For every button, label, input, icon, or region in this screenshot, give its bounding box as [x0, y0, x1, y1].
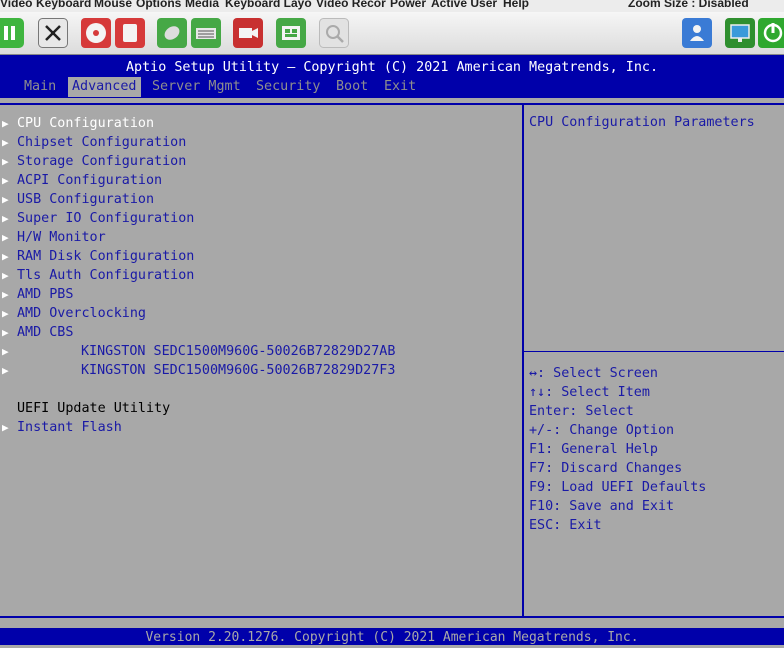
menu-options[interactable]: Options — [136, 0, 181, 10]
submenu-arrow-icon: ▶ — [2, 421, 9, 434]
menu-power[interactable]: Power — [390, 0, 426, 10]
floppy-media-button[interactable] — [115, 18, 145, 48]
cd-media-button[interactable] — [81, 18, 111, 48]
bios-footer: Version 2.20.1276. Copyright (C) 2021 Am… — [0, 628, 784, 645]
key-hint: ↔: Select Screen — [529, 366, 658, 381]
menu-keyboard-layout[interactable]: Keyboard Layo — [225, 0, 312, 10]
tab-advanced[interactable]: Advanced — [68, 77, 141, 97]
menu-keyboard[interactable]: Keyboard — [36, 0, 91, 10]
key-hint: F1: General Help — [529, 442, 658, 457]
bios-screen: Aptio Setup Utility – Copyright (C) 2021… — [0, 55, 784, 645]
key-hint: F7: Discard Changes — [529, 461, 683, 476]
key-hint: +/-: Change Option — [529, 423, 675, 438]
bios-tab-bar: Main Advanced Server Mgmt Security Boot … — [0, 77, 784, 98]
tab-boot[interactable]: Boot — [332, 77, 372, 97]
power-menu-button[interactable] — [276, 18, 306, 48]
bios-title: Aptio Setup Utility – Copyright (C) 2021… — [0, 55, 784, 77]
submenu-arrow-icon: ▶ — [2, 269, 9, 282]
zoom-status: Zoom Size : Disabled — [628, 0, 749, 10]
key-hint: F9: Load UEFI Defaults — [529, 480, 707, 495]
submenu-arrow-icon: ▶ — [2, 326, 9, 339]
tab-main[interactable]: Main — [20, 77, 60, 97]
submenu-arrow-icon: ▶ — [2, 231, 9, 244]
submenu-arrow-icon: ▶ — [2, 174, 9, 187]
submenu-arrow-icon: ▶ — [2, 364, 9, 377]
bottom-divider — [0, 616, 784, 618]
fullscreen-button[interactable] — [38, 18, 68, 48]
menu-list: ▶ CPU Configuration ▶ Chipset Configuratio… — [0, 105, 524, 616]
submenu-arrow-icon: ▶ — [2, 288, 9, 301]
submenu-arrow-icon: ▶ — [2, 307, 9, 320]
mouse-button[interactable] — [157, 18, 187, 48]
active-users-button[interactable] — [682, 18, 712, 48]
keyboard-button[interactable] — [191, 18, 221, 48]
kvm-menubar: Video Keyboard Mouse Options Media Keybo… — [0, 0, 784, 12]
menu-media[interactable]: Media — [185, 0, 219, 10]
tab-server-mgmt[interactable]: Server Mgmt — [148, 77, 245, 97]
video-record-button[interactable] — [233, 18, 263, 48]
submenu-arrow-icon: ▶ — [2, 345, 9, 358]
pause-button[interactable] — [0, 18, 24, 48]
submenu-arrow-icon: ▶ — [2, 193, 9, 206]
power-button[interactable] — [758, 18, 784, 48]
key-hint: ↑↓: Select Item — [529, 385, 650, 400]
menu-mouse[interactable]: Mouse — [94, 0, 132, 10]
help-divider — [524, 351, 784, 352]
tab-security[interactable]: Security — [252, 77, 325, 97]
key-hint: Enter: Select — [529, 404, 634, 419]
menu-active-user[interactable]: Active User — [431, 0, 497, 10]
key-hint: F10: Save and Exit — [529, 499, 675, 514]
submenu-arrow-icon: ▶ — [2, 155, 9, 168]
submenu-arrow-icon: ▶ — [2, 212, 9, 225]
menu-video[interactable]: Video — [0, 0, 32, 10]
zoom-button[interactable] — [319, 18, 349, 48]
item-help-text: CPU Configuration Parameters — [529, 115, 755, 130]
display-button[interactable] — [725, 18, 755, 48]
tab-exit[interactable]: Exit — [380, 77, 420, 97]
key-hint: ESC: Exit — [529, 518, 602, 533]
submenu-arrow-icon: ▶ — [2, 136, 9, 149]
key-legend: ↔: Select Screen ↑↓: Select Item Enter: … — [529, 364, 706, 535]
menu-video-record[interactable]: Video Recor — [316, 0, 386, 10]
submenu-arrow-icon: ▶ — [2, 250, 9, 263]
submenu-arrow-icon: ▶ — [2, 117, 9, 130]
menu-help[interactable]: Help — [503, 0, 529, 10]
help-panel: CPU Configuration Parameters ↔: Select S… — [524, 105, 784, 616]
kvm-toolbar — [0, 12, 784, 55]
